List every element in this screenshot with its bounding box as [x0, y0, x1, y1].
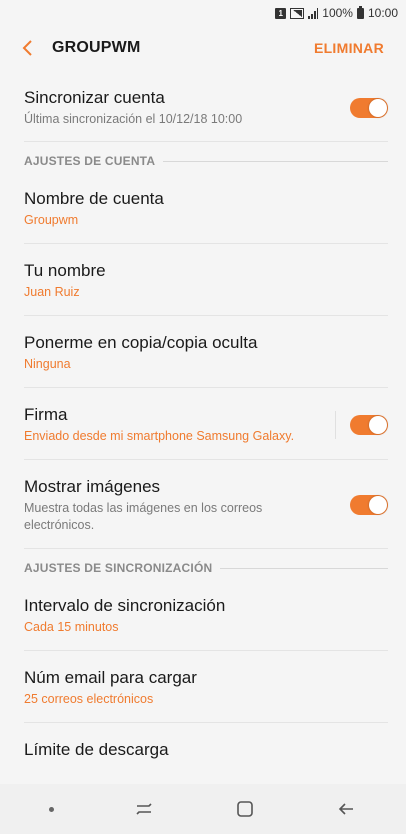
emails-to-load-row[interactable]: Núm email para cargar 25 correos electró…	[24, 651, 388, 723]
account-name-value: Groupwm	[24, 213, 79, 227]
sync-interval-value: Cada 15 minutos	[24, 620, 119, 634]
battery-percent: 100%	[322, 6, 353, 20]
settings-list[interactable]: Sincronizar cuenta Última sincronización…	[0, 70, 406, 784]
account-name-title: Nombre de cuenta	[24, 189, 164, 208]
your-name-title: Tu nombre	[24, 261, 106, 280]
show-images-subtitle: Muestra todas las imágenes en los correo…	[24, 501, 263, 532]
back-icon[interactable]	[335, 798, 357, 820]
battery-icon	[356, 5, 364, 19]
sync-interval-row[interactable]: Intervalo de sincronización Cada 15 minu…	[24, 579, 388, 651]
delete-button[interactable]: ELIMINAR	[314, 40, 384, 56]
your-name-row[interactable]: Tu nombre Juan Ruiz	[24, 244, 388, 316]
vertical-divider	[335, 410, 336, 439]
last-sync-text: Última sincronización el 10/12/18 10:00	[24, 112, 243, 126]
section-account-label: AJUSTES DE CUENTA	[24, 154, 156, 168]
emails-to-load-value: 25 correos electrónicos	[24, 692, 154, 706]
download-limit-title: Límite de descarga	[24, 740, 169, 759]
sync-account-row[interactable]: Sincronizar cuenta Última sincronización…	[24, 70, 388, 142]
signature-value: Enviado desde mi smartphone Samsung Gala…	[24, 429, 295, 443]
back-arrow-icon[interactable]	[18, 38, 38, 58]
account-name-row[interactable]: Nombre de cuenta Groupwm	[24, 172, 388, 244]
signature-row[interactable]: Firma Enviado desde mi smartphone Samsun…	[24, 388, 388, 460]
show-images-toggle[interactable]	[350, 495, 388, 515]
download-limit-row[interactable]: Límite de descarga	[24, 723, 388, 775]
section-account-settings: AJUSTES DE CUENTA	[24, 142, 388, 172]
sim-icon: 1	[275, 7, 287, 19]
signature-toggle[interactable]	[350, 414, 388, 435]
navigation-bar	[0, 784, 406, 834]
status-bar: 1 100% 10:00	[0, 0, 406, 26]
show-images-title: Mostrar imágenes	[24, 477, 161, 496]
home-icon[interactable]	[234, 798, 256, 820]
signal-icon	[308, 7, 319, 19]
sync-account-title: Sincronizar cuenta	[24, 88, 165, 107]
sync-interval-title: Intervalo de sincronización	[24, 596, 226, 615]
section-sync-settings: AJUSTES DE SINCRONIZACIÓN	[24, 549, 388, 579]
signature-title: Firma	[24, 405, 68, 424]
cc-bcc-title: Ponerme en copia/copia oculta	[24, 333, 258, 352]
your-name-value: Juan Ruiz	[24, 285, 80, 299]
show-images-row[interactable]: Mostrar imágenes Muestra todas las imáge…	[24, 460, 388, 549]
page-title: GROUPWM	[52, 39, 141, 56]
sync-account-toggle[interactable]	[350, 97, 388, 118]
status-time: 10:00	[367, 6, 398, 20]
recent-apps-icon[interactable]	[133, 798, 155, 820]
network-icon	[290, 7, 305, 19]
app-bar: GROUPWM ELIMINAR	[0, 26, 406, 70]
cc-bcc-value: Ninguna	[24, 357, 71, 371]
cc-bcc-row[interactable]: Ponerme en copia/copia oculta Ninguna	[24, 316, 388, 388]
keyboard-dot-icon[interactable]	[49, 806, 55, 812]
emails-to-load-title: Núm email para cargar	[24, 668, 197, 687]
section-sync-label: AJUSTES DE SINCRONIZACIÓN	[24, 561, 213, 575]
